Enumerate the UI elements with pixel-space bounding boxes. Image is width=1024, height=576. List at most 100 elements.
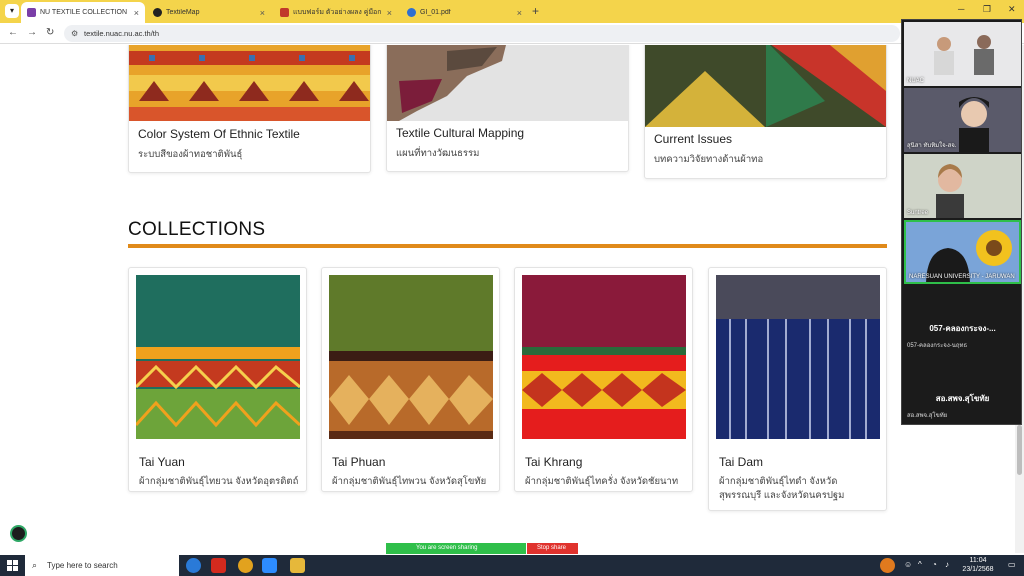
participant-name: สุนิสา ทับทิมใจ-สจ. — [907, 143, 957, 149]
nu-logo-icon — [27, 8, 36, 17]
url-text: textile.nuac.nu.ac.th/th — [84, 29, 160, 38]
tab-form[interactable]: แบบฟอร์ม ตัวอย่างผลง คู่มือการทอเอ... × — [274, 2, 398, 23]
participant-tile[interactable]: NUAC — [904, 22, 1021, 86]
collection-description: ผ้ากลุ่มชาติพันธุ์ไทครั่ง จังหวัดชัยนาท — [525, 476, 679, 487]
map-image — [387, 45, 628, 121]
card-current-issues[interactable]: Current Issues บทความวิจัยทางด้านผ้าทอ — [644, 45, 887, 179]
pdf-logo-icon — [280, 8, 289, 17]
acrobat-icon[interactable] — [211, 558, 226, 573]
card-subtitle: แผนที่ทางวัฒนธรรม — [396, 148, 480, 159]
stop-share-button[interactable]: Stop share — [527, 543, 578, 554]
participant-tile[interactable]: Suntree — [904, 154, 1021, 218]
chrome-icon[interactable] — [238, 558, 253, 573]
textile-image — [129, 45, 370, 121]
tab-nu-textile[interactable]: NU TEXTILE COLLECTION × — [21, 2, 145, 23]
mapbox-logo-icon — [153, 8, 162, 17]
search-placeholder: Type here to search — [47, 561, 118, 570]
collections-heading: COLLECTIONS — [128, 219, 266, 240]
clock-date: 23/1/2568 — [962, 566, 994, 573]
collection-card-tai-khrang[interactable]: Tai Khrang ผ้ากลุ่มชาติพันธุ์ไทครั่ง จัง… — [514, 267, 693, 492]
textile-image — [522, 275, 686, 439]
taskbar-search-input[interactable]: ⌕ Type here to search — [25, 555, 179, 576]
video-feed — [904, 154, 1021, 218]
windows-taskbar: ⌕ Type here to search ☺ ^ ◔ ♪ 11:04 23/1… — [0, 555, 1024, 576]
back-icon[interactable]: ← — [8, 27, 18, 38]
collection-name: Tai Phuan — [332, 455, 386, 469]
volume-icon[interactable]: ♪ — [945, 560, 949, 569]
card-title: Current Issues — [654, 132, 733, 146]
collection-description: ผ้ากลุ่มชาติพันธุ์ไทดำ จังหวัดสุพรรณบุรี… — [719, 476, 845, 501]
collection-name: Tai Yuan — [139, 455, 185, 469]
participant-name: Suntree — [907, 210, 929, 216]
participant-name: 057-คลองกระจง-นฤทธ — [907, 343, 968, 349]
url-input[interactable]: ⚙ textile.nuac.nu.ac.th/th — [64, 25, 900, 42]
clock-time: 11:04 — [969, 557, 987, 564]
textile-image — [136, 275, 300, 439]
address-bar-row: ← → ↻ ⚙ textile.nuac.nu.ac.th/th — [0, 23, 1024, 44]
scrollbar-thumb[interactable] — [1017, 425, 1022, 475]
tray-expand-icon[interactable]: ^ — [918, 560, 922, 569]
tab-label: แบบฟอร์ม ตัวอย่างผลง คู่มือการทอเอ... — [293, 9, 381, 16]
people-icon[interactable]: ☺ — [904, 560, 912, 569]
textile-image — [329, 275, 493, 439]
zoom-participants-panel: NUAC สุนิสา ทับทิมใจ-สจ. Suntree NARESUA… — [901, 19, 1022, 425]
collection-name: Tai Dam — [719, 455, 764, 469]
minimize-icon[interactable]: ─ — [958, 4, 964, 14]
collection-card-tai-yuan[interactable]: Tai Yuan ผ้ากลุ่มชาติพันธุ์ไทยวน จังหวัด… — [128, 267, 307, 492]
participant-name: NUAC — [907, 78, 925, 84]
zoom-share-bar: You are screen sharing Stop share — [386, 543, 578, 554]
close-icon[interactable]: × — [134, 8, 139, 18]
forward-icon[interactable]: → — [27, 27, 37, 38]
globe-icon — [407, 8, 416, 17]
window-close-icon[interactable]: ✕ — [1008, 4, 1016, 15]
participant-display-name: 057-คลองกระจง-... — [929, 324, 996, 333]
participant-tile-active[interactable]: NARESUAN UNIVERSITY - JARUWAN — [904, 220, 1021, 284]
edge-icon[interactable] — [186, 558, 201, 573]
new-tab-button[interactable]: + — [532, 4, 539, 18]
card-title: Textile Cultural Mapping — [396, 126, 525, 140]
textile-image — [645, 45, 886, 127]
card-title: Color System Of Ethnic Textile — [138, 127, 300, 141]
zoom-icon[interactable] — [262, 558, 277, 573]
site-info-icon[interactable]: ⚙ — [71, 25, 78, 42]
tab-label: TextileMap — [166, 9, 200, 16]
collection-description: ผ้ากลุ่มชาติพันธุ์ไทยวน จังหวัดอุตรดิตถ์ — [139, 476, 299, 487]
close-icon[interactable]: × — [517, 8, 522, 18]
card-subtitle: บทความวิจัยทางด้านผ้าทอ — [654, 154, 764, 165]
collection-name: Tai Khrang — [525, 455, 583, 469]
card-cultural-mapping[interactable]: Textile Cultural Mapping แผนที่ทางวัฒนธร… — [386, 45, 629, 172]
participant-tile[interactable]: สุนิสา ทับทิมใจ-สจ. — [904, 88, 1021, 152]
tab-textilemap[interactable]: TextileMap × — [147, 2, 271, 23]
windows-start-icon[interactable] — [7, 560, 18, 571]
collection-description: ผ้ากลุ่มชาติพันธุ์ไทพวน จังหวัดสุโขทัย — [332, 476, 487, 487]
reload-icon[interactable]: ↻ — [46, 27, 54, 38]
video-feed — [904, 22, 1021, 86]
browser-tab-bar: ▾ NU TEXTILE COLLECTION × TextileMap × แ… — [0, 0, 1024, 23]
card-subtitle: ระบบสีของผ้าทอชาติพันธุ์ — [138, 149, 243, 160]
notification-icon[interactable]: ▭ — [1008, 560, 1016, 569]
textile-image — [716, 275, 880, 439]
close-icon[interactable]: × — [260, 8, 265, 18]
search-icon: ⌕ — [32, 560, 38, 570]
card-color-system[interactable]: Color System Of Ethnic Textile ระบบสีของ… — [128, 45, 371, 173]
tab-search-button[interactable]: ▾ — [5, 4, 19, 18]
participant-name: NARESUAN UNIVERSITY - JARUWAN — [909, 274, 1015, 280]
tab-label: GI_01.pdf — [420, 9, 451, 16]
taskbar-clock[interactable]: 11:04 23/1/2568 — [958, 556, 998, 574]
file-explorer-icon[interactable] — [290, 558, 305, 573]
edit-icon[interactable] — [10, 525, 27, 542]
heading-underline — [128, 244, 887, 248]
screen-sharing-indicator[interactable]: You are screen sharing — [386, 543, 526, 554]
network-icon[interactable]: ◔ — [932, 560, 937, 569]
weather-icon[interactable] — [880, 558, 895, 573]
participant-display-name: สอ.สพจ.สุโขทัย — [935, 394, 990, 403]
participant-name: สอ.สพจ.สุโขทัย — [907, 413, 948, 419]
tab-gi-pdf[interactable]: GI_01.pdf × — [401, 2, 528, 23]
participant-name-tile[interactable]: สอ.สพจ.สุโขทัย สอ.สพจ.สุโขทัย — [904, 378, 1021, 422]
maximize-icon[interactable]: ❐ — [983, 4, 991, 15]
tab-label: NU TEXTILE COLLECTION — [40, 9, 128, 16]
collection-card-tai-dam[interactable]: Tai Dam ผ้ากลุ่มชาติพันธุ์ไทดำ จังหวัดสุ… — [708, 267, 887, 511]
close-icon[interactable]: × — [387, 8, 392, 18]
participant-name-tile[interactable]: 057-คลองกระจง-... 057-คลองกระจง-นฤทธ — [904, 308, 1021, 352]
collection-card-tai-phuan[interactable]: Tai Phuan ผ้ากลุ่มชาติพันธุ์ไทพวน จังหวั… — [321, 267, 500, 492]
